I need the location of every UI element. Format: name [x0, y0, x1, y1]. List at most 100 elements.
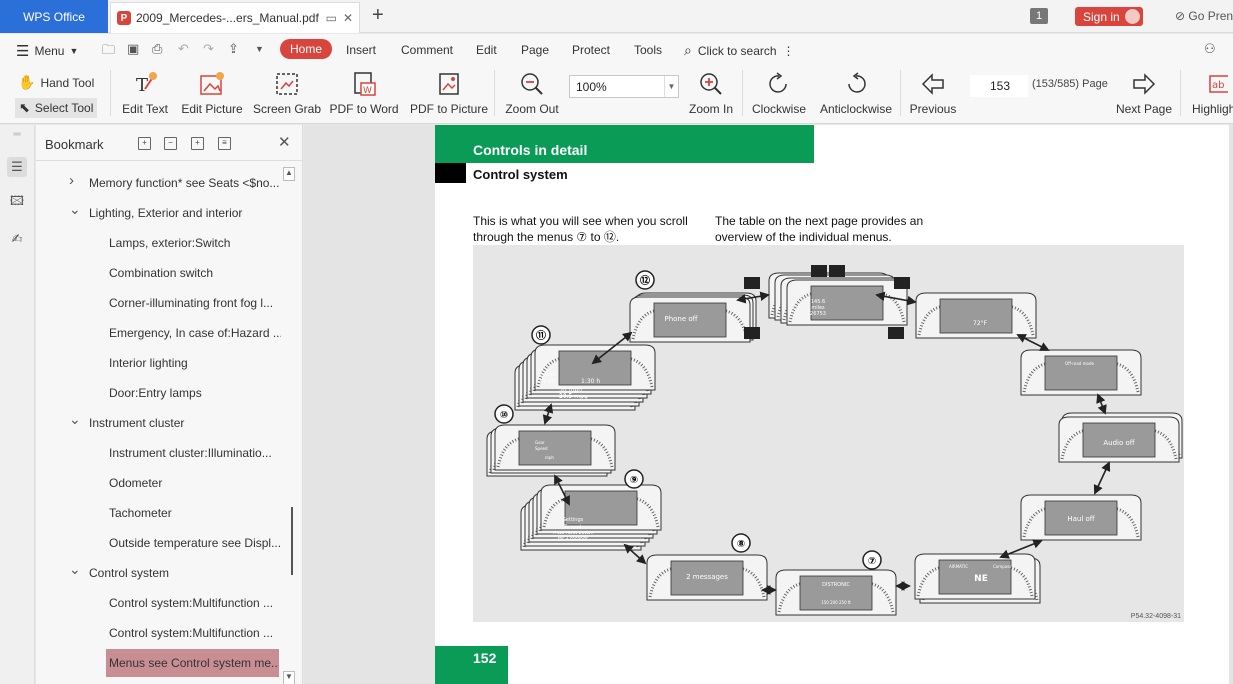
printed-page-number: 152: [473, 650, 497, 666]
highlight-button[interactable]: ab Highligh: [1188, 64, 1233, 122]
edit-picture-button[interactable]: Edit Picture: [180, 64, 244, 122]
scrollbar-thumb[interactable]: [284, 507, 293, 575]
chevron-down-icon[interactable]: ▼: [664, 76, 678, 97]
pdf-to-word-button[interactable]: W PDF to Word: [329, 64, 399, 122]
bookmark-item[interactable]: Combination switch: [36, 262, 281, 284]
export-icon[interactable]: ⇪: [228, 41, 239, 57]
bookmark-item-label: Tachometer: [109, 506, 172, 520]
nav-button-icon: [888, 327, 904, 339]
collapse-all-icon[interactable]: −: [164, 137, 177, 150]
zoom-out-icon: [519, 70, 545, 98]
tab-page[interactable]: Page: [521, 43, 549, 57]
zoom-out-button[interactable]: Zoom Out: [503, 64, 561, 122]
pdf-to-picture-button[interactable]: PDF to Picture: [410, 64, 488, 122]
trip-time-text: 1:30 h: [581, 378, 600, 385]
tab-home[interactable]: Home: [280, 39, 333, 59]
click-to-search[interactable]: ⌕ Click to search ⋮: [684, 42, 795, 59]
avatar-icon: [1125, 9, 1140, 24]
bookmark-item[interactable]: Instrument cluster:Illuminatio...: [36, 442, 281, 464]
wps-office-tab[interactable]: WPS Office: [0, 0, 108, 33]
bookmark-item[interactable]: Emergency, In case of:Hazard ...: [36, 322, 281, 344]
bookmark-item[interactable]: Lamps, exterior:Switch: [36, 232, 281, 254]
scroll-down-icon[interactable]: ▼: [283, 671, 295, 684]
select-tool-label: Select Tool: [34, 101, 94, 115]
chevron-down-icon[interactable]: ⌄: [69, 412, 81, 428]
tab-comment[interactable]: Comment: [401, 43, 453, 57]
tab-insert[interactable]: Insert: [346, 43, 376, 57]
screen-stack-8: 2 messages: [645, 553, 769, 602]
bookmark-item[interactable]: Menus see Control system me...: [106, 649, 279, 677]
chevron-down-icon[interactable]: ⌄: [69, 562, 81, 578]
bookmark-item[interactable]: Door:Entry lamps: [36, 382, 281, 404]
add-bookmark-icon[interactable]: +: [191, 137, 204, 150]
next-page-button[interactable]: Next Page: [1114, 64, 1174, 122]
badge-11-label: ⑪: [536, 329, 546, 342]
document-tab[interactable]: P 2009_Mercedes-...ers_Manual.pdf ▭ ✕: [110, 2, 360, 33]
bookmark-item[interactable]: ⌄ Instrument cluster: [36, 412, 281, 434]
edit-text-button[interactable]: T Edit Text: [120, 64, 170, 122]
screen-icon[interactable]: ▭: [326, 11, 337, 25]
bookmark-item[interactable]: Outside temperature see Displ...: [36, 532, 281, 554]
bookmark-item[interactable]: ⌄ Control system: [36, 562, 281, 584]
chevron-right-icon[interactable]: ›: [69, 172, 74, 189]
user-add-icon[interactable]: ⚇: [1204, 41, 1216, 57]
subsection-title: Control system: [473, 167, 568, 182]
bookmark-item[interactable]: Corner-illuminating front fog l...: [36, 292, 281, 314]
rotate-clockwise-icon: [766, 70, 792, 98]
app-name: WPS Office: [23, 9, 85, 24]
sign-in-button[interactable]: Sign in: [1075, 7, 1143, 26]
bookmark-item[interactable]: Control system:Multifunction ...: [36, 622, 281, 644]
tab-protect[interactable]: Protect: [572, 43, 610, 57]
select-tool-button[interactable]: ⬉ Select Tool: [15, 98, 98, 118]
scroll-up-icon[interactable]: ▲: [283, 167, 295, 181]
anticlockwise-button[interactable]: Anticlockwise: [818, 64, 894, 122]
window-count-badge[interactable]: 1: [1030, 8, 1048, 24]
chevron-down-icon: ▼: [69, 46, 79, 56]
more-icon[interactable]: ⋮: [783, 44, 795, 58]
clockwise-button[interactable]: Clockwise: [750, 64, 808, 122]
open-icon[interactable]: 🗀: [102, 41, 115, 63]
close-icon[interactable]: ✕: [278, 133, 291, 151]
hand-tool-button[interactable]: ✋ Hand Tool: [18, 74, 94, 91]
bookmark-item[interactable]: › Memory function* see Seats <$no...: [36, 172, 281, 194]
tab-edit[interactable]: Edit: [476, 43, 497, 57]
bookmark-item-label: Memory function* see Seats <$no...: [89, 176, 280, 190]
undo-icon[interactable]: ↶: [178, 41, 189, 57]
page-number-input[interactable]: 153: [970, 75, 1028, 97]
print-icon[interactable]: ⎙: [152, 41, 162, 57]
menu-button[interactable]: ☰ Menu ▼: [16, 42, 78, 60]
expand-all-icon[interactable]: +: [138, 137, 151, 150]
bookmark-item[interactable]: Control system:Multifunction ...: [36, 592, 281, 614]
bookmark-item[interactable]: Odometer: [36, 472, 281, 494]
zoom-in-button[interactable]: Zoom In: [686, 64, 736, 122]
screen-stack-11: Trip start 75 mi 1:30 h 50 mph 20.5 mpg: [513, 343, 657, 412]
bookmark-item[interactable]: ⌄ Lighting, Exterior and interior: [36, 202, 281, 224]
bookmark-icon[interactable]: ☰: [7, 157, 27, 177]
quick-access-dropdown-icon[interactable]: ▼: [255, 44, 264, 54]
menu-icon: ☰: [16, 43, 30, 60]
document-viewport[interactable]: Controls in detail Control system This i…: [304, 125, 1233, 684]
new-tab-icon[interactable]: +: [372, 4, 384, 27]
screen-grab-button[interactable]: Screen Grab: [253, 64, 321, 122]
toolbar-divider: [742, 70, 743, 116]
close-tab-icon[interactable]: ✕: [343, 11, 353, 25]
toolbar-divider: [494, 70, 495, 116]
body-column-2: The table on the next page provides an o…: [715, 214, 924, 244]
tab-tools[interactable]: Tools: [634, 43, 662, 57]
bookmark-item[interactable]: Tachometer: [36, 502, 281, 524]
redo-icon[interactable]: ↷: [203, 41, 214, 57]
bookmark-settings-icon[interactable]: ≡: [218, 137, 231, 150]
thumbnail-icon[interactable]: 🖾: [7, 193, 27, 213]
go-premium-button[interactable]: ⊘ Go Pren: [1175, 9, 1233, 23]
zoom-level-select[interactable]: 100% ▼: [569, 75, 679, 98]
settings-press-text: Press reset button: [553, 530, 594, 536]
save-icon[interactable]: ▣: [127, 41, 139, 57]
signature-icon[interactable]: ✍: [7, 229, 27, 249]
zoom-in-icon: [698, 70, 724, 98]
previous-page-button[interactable]: Previous: [908, 64, 958, 122]
chevron-down-icon[interactable]: ⌄: [69, 202, 81, 218]
pdf-picture-icon: [436, 70, 462, 98]
left-rail: ═ ☰ 🖾 ✍: [0, 125, 35, 684]
pdf-to-picture-label: PDF to Picture: [409, 102, 489, 116]
bookmark-item[interactable]: Interior lighting: [36, 352, 281, 374]
